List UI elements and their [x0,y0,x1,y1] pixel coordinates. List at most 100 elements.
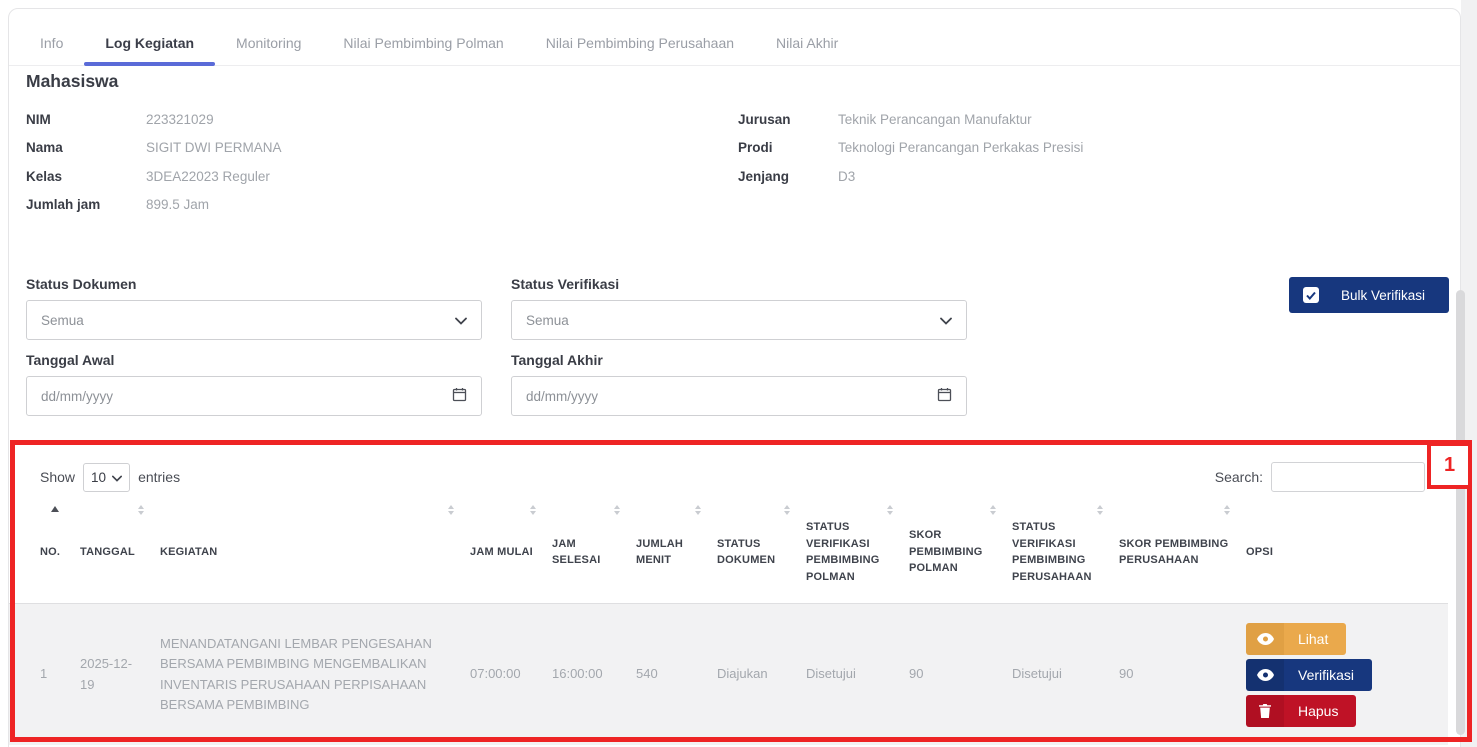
field-value: SIGIT DWI PERMANA [146,140,282,155]
tab-log-kegiatan[interactable]: Log Kegiatan [84,17,215,65]
sort-icon [695,505,701,515]
tanggal-awal-date-input[interactable]: dd/mm/yyyy [26,376,482,416]
field-label: Prodi [738,140,838,155]
col-header-no[interactable]: NO. [40,493,80,603]
lihat-label: Lihat [1284,623,1346,655]
verifikasi-label: Verifikasi [1284,659,1372,691]
tab-nilai-pembimbing-polman[interactable]: Nilai Pembimbing Polman [322,17,524,65]
sort-icon [990,505,996,515]
tab-nilai-akhir[interactable]: Nilai Akhir [755,17,859,65]
field-label: Jumlah jam [26,197,146,212]
vertical-scrollbar-thumb[interactable] [1456,290,1465,735]
col-header-opsi: OPSI [1246,493,1448,603]
cell-status-verifikasi-perusahaan: Disetujui [1012,664,1119,684]
cell-jam-mulai: 07:00:00 [470,664,552,684]
page-size-select[interactable]: 10 [83,463,130,492]
lihat-button[interactable]: Lihat [1246,623,1346,655]
sort-icon [448,505,454,515]
col-label: JUMLAH MENIT [636,536,703,569]
log-table-section: Show 10 entries Search: [9,449,1460,745]
search-label: Search: [1215,469,1263,485]
cell-no: 1 [40,664,80,684]
table-header-row: NO. TANGGAL KEGIATAN JAM MULAI [9,493,1448,603]
col-header-status-dokumen[interactable]: STATUS DOKUMEN [717,493,806,603]
status-dokumen-select[interactable]: Semua [26,300,482,340]
entries-label: entries [138,469,180,485]
date-placeholder: dd/mm/yyyy [41,389,113,404]
cell-tanggal: 2025-12-19 [80,654,160,694]
search-control: Search: [1215,462,1425,492]
field-kelas: Kelas 3DEA22023 Reguler [26,162,738,191]
section-title: Mahasiswa [26,71,1436,92]
search-input[interactable] [1271,462,1425,492]
col-header-kegiatan[interactable]: KEGIATAN [160,493,470,603]
tab-info[interactable]: Info [19,17,84,65]
col-header-jam-selesai[interactable]: JAM SELESAI [552,493,636,603]
sort-asc-icon [51,506,59,512]
chevron-down-icon [455,313,467,328]
col-label: STATUS VERIFIKASI PEMBIMBING PERUSAHAAN [1012,519,1105,585]
sort-icon [614,505,620,515]
calendar-icon [452,387,467,405]
student-info-right-column: Jurusan Teknik Perancangan Manufaktur Pr… [738,105,1338,219]
filter-label: Tanggal Akhir [511,352,967,368]
table-row: 1 2025-12-19 MENANDATANGANI LEMBAR PENGE… [9,603,1448,745]
trash-icon [1246,695,1284,727]
col-label: NO. [40,544,60,561]
col-header-skor-perusahaan[interactable]: SKOR PEMBIMBING PERUSAHAAN [1119,493,1246,603]
bulk-verifikasi-label: Bulk Verifikasi [1341,288,1425,303]
sort-icon [1097,505,1103,515]
hapus-label: Hapus [1284,695,1356,727]
content-card: Info Log Kegiatan Monitoring Nilai Pembi… [8,8,1461,747]
tab-nilai-pembimbing-perusahaan[interactable]: Nilai Pembimbing Perusahaan [525,17,755,65]
col-label: OPSI [1246,544,1273,561]
cell-jam-selesai: 16:00:00 [552,664,636,684]
col-label: JAM MULAI [470,544,533,561]
status-verifikasi-select[interactable]: Semua [511,300,967,340]
date-placeholder: dd/mm/yyyy [526,389,598,404]
filter-label: Status Verifikasi [511,276,967,292]
col-label: TANGGAL [80,544,135,561]
col-header-status-verifikasi-perusahaan[interactable]: STATUS VERIFIKASI PEMBIMBING PERUSAHAAN [1012,493,1119,603]
cell-status-verifikasi-polman: Disetujui [806,664,909,684]
select-value: Semua [526,313,569,328]
chevron-down-icon [940,313,952,328]
verifikasi-button[interactable]: Verifikasi [1246,659,1372,691]
field-value: D3 [838,169,855,184]
student-info-section: Mahasiswa NIM 223321029 Nama SIGIT DWI P… [26,71,1436,219]
col-header-tanggal[interactable]: TANGGAL [80,493,160,603]
field-label: Jenjang [738,169,838,184]
page-size-control: Show 10 entries [40,463,180,492]
sort-icon [887,505,893,515]
data-table: NO. TANGGAL KEGIATAN JAM MULAI [9,493,1448,745]
select-value: Semua [41,313,84,328]
hapus-button[interactable]: Hapus [1246,695,1356,727]
filter-label: Status Dokumen [26,276,482,292]
field-nim: NIM 223321029 [26,105,738,134]
checkbox-checked-icon [1303,287,1319,303]
chevron-down-icon [112,470,122,485]
field-jurusan: Jurusan Teknik Perancangan Manufaktur [738,105,1338,134]
col-label: STATUS VERIFIKASI PEMBIMBING POLMAN [806,519,895,585]
cell-skor-perusahaan: 90 [1119,664,1246,684]
cell-skor-polman: 90 [909,664,1012,684]
col-header-skor-polman[interactable]: SKOR PEMBIMBING POLMAN [909,493,1012,603]
field-label: Jurusan [738,112,838,127]
bulk-verifikasi-button[interactable]: Bulk Verifikasi [1289,277,1449,313]
cell-jumlah-menit: 540 [636,664,717,684]
calendar-icon [937,387,952,405]
col-header-status-verifikasi-polman[interactable]: STATUS VERIFIKASI PEMBIMBING POLMAN [806,493,909,603]
tanggal-akhir-date-input[interactable]: dd/mm/yyyy [511,376,967,416]
cell-kegiatan: MENANDATANGANI LEMBAR PENGESAHAN BERSAMA… [160,634,470,715]
sort-icon [784,505,790,515]
eye-icon [1246,659,1284,691]
tab-monitoring[interactable]: Monitoring [215,17,322,65]
page: Info Log Kegiatan Monitoring Nilai Pembi… [0,0,1477,747]
filter-status-dokumen: Status Dokumen Semua [26,276,482,340]
field-prodi: Prodi Teknologi Perancangan Perkakas Pre… [738,134,1338,163]
eye-icon [1246,623,1284,655]
col-header-jam-mulai[interactable]: JAM MULAI [470,493,552,603]
field-label: Nama [26,140,146,155]
field-jumlah-jam: Jumlah jam 899.5 Jam [26,191,738,220]
col-header-jumlah-menit[interactable]: JUMLAH MENIT [636,493,717,603]
